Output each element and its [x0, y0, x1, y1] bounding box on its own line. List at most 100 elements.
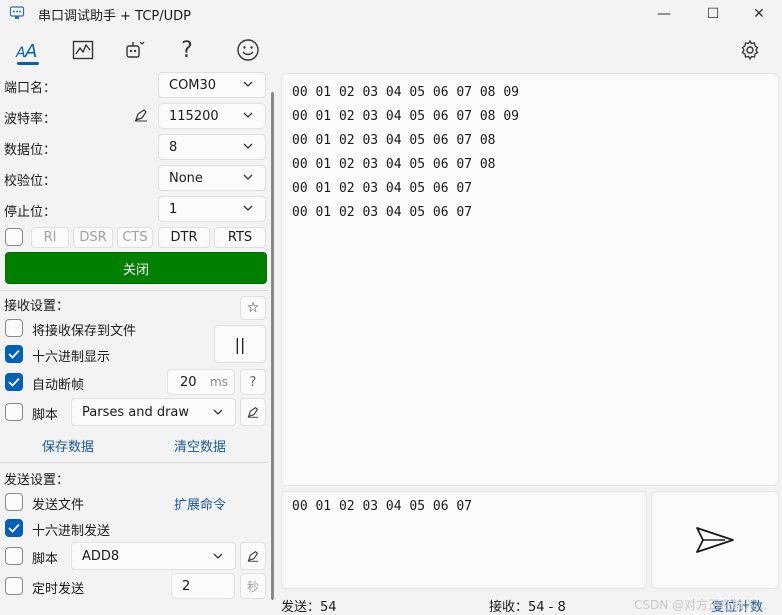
send-script-checkbox[interactable]	[5, 547, 23, 565]
hex-send-checkbox[interactable]	[5, 519, 23, 537]
svg-text:A: A	[15, 45, 26, 61]
baud-label: 波特率：	[4, 112, 57, 127]
send-arrow-icon	[696, 527, 734, 553]
pen-icon	[247, 550, 259, 562]
chevron-down-icon	[243, 112, 253, 118]
send-settings-label: 发送设置：	[4, 473, 70, 488]
port-label: 端口名：	[4, 81, 57, 96]
chevron-down-icon	[213, 553, 223, 559]
save-to-file-label: 将接收保存到文件	[32, 324, 137, 339]
chart-icon[interactable]	[69, 36, 97, 64]
databits-value: 8	[169, 139, 178, 155]
parity-value: None	[169, 170, 203, 186]
app-serial-icon	[9, 6, 25, 19]
cts-button[interactable]: CTS	[117, 227, 153, 248]
send-script-select[interactable]: ADD8	[71, 542, 236, 570]
ri-button[interactable]: RI	[31, 227, 69, 248]
auto-frame-label: 自动断帧	[32, 378, 85, 393]
parity-select[interactable]: None	[158, 165, 266, 191]
close-port-button[interactable]: 关闭	[5, 252, 267, 284]
send-file-checkbox[interactable]	[5, 493, 23, 511]
help-icon[interactable]: ?	[173, 36, 201, 64]
received-count: 接收：54 - 8	[489, 600, 566, 615]
frame-timeout-value: 20	[180, 374, 197, 390]
settings-scrollbar[interactable]	[271, 92, 274, 600]
sent-count: 发送：54	[281, 600, 337, 615]
dsr-button[interactable]: DSR	[73, 227, 113, 248]
baud-select[interactable]: 115200	[158, 103, 266, 129]
send-script-value: ADD8	[82, 548, 120, 564]
chevron-down-icon	[213, 409, 223, 415]
timed-send-checkbox[interactable]	[5, 577, 23, 595]
timed-send-value: 2	[182, 578, 191, 594]
favorite-star-button[interactable]: ☆	[240, 296, 266, 320]
smiley-icon[interactable]	[234, 36, 262, 64]
watermark: CSDN @对方正在输入...	[634, 598, 768, 612]
stopbits-label: 停止位：	[4, 205, 57, 220]
chevron-down-icon	[243, 81, 253, 87]
received-line: 00 01 02 03 04 05 06 07 08 09	[292, 85, 519, 100]
send-file-label: 发送文件	[32, 498, 85, 513]
timed-send-label: 定时发送	[32, 582, 85, 597]
divider	[0, 462, 268, 463]
send-text-input[interactable]: 00 01 02 03 04 05 06 07	[281, 491, 647, 589]
save-data-link[interactable]: 保存数据	[42, 436, 94, 455]
received-line: 00 01 02 03 04 05 06 07 08	[292, 157, 496, 172]
parity-label: 校验位：	[4, 174, 57, 189]
settings-gear-icon[interactable]	[736, 36, 764, 64]
minimize-button[interactable]: —	[641, 0, 687, 28]
hex-display-label: 十六进制显示	[32, 350, 111, 365]
baud-value: 115200	[169, 108, 219, 124]
chevron-down-icon	[243, 143, 253, 149]
hex-send-label: 十六进制发送	[32, 524, 111, 539]
pen-icon[interactable]	[133, 107, 149, 123]
rts-button[interactable]: RTS	[214, 227, 266, 248]
pen-icon	[247, 406, 259, 418]
checkmark-icon	[8, 377, 20, 387]
timed-send-interval-input[interactable]: 2	[171, 573, 235, 599]
hex-display-checkbox[interactable]	[5, 345, 23, 363]
send-input-text: 00 01 02 03 04 05 06 07	[292, 499, 473, 514]
checkmark-icon	[8, 523, 20, 533]
stopbits-select[interactable]: 1	[158, 196, 266, 222]
extend-command-link[interactable]: 扩展命令	[174, 494, 226, 513]
save-to-file-checkbox[interactable]	[5, 319, 23, 337]
title-bar: 串口调试助手 + TCP/UDP — ☐ ✕	[0, 0, 782, 28]
databits-select[interactable]: 8	[158, 134, 266, 160]
signals-checkbox[interactable]	[5, 228, 23, 246]
receive-settings-label: 接收设置：	[4, 299, 70, 314]
send-button[interactable]	[651, 491, 779, 589]
receive-script-value: Parses and draw	[82, 404, 190, 420]
frame-timeout-input[interactable]: 20 ms	[167, 369, 235, 395]
stopbits-value: 1	[169, 201, 178, 217]
edit-receive-script-button[interactable]	[240, 398, 266, 426]
debug-robot-icon[interactable]	[121, 36, 149, 64]
port-select[interactable]: COM30	[158, 72, 266, 98]
window-title: 串口调试助手 + TCP/UDP	[38, 9, 191, 24]
databits-label: 数据位：	[4, 143, 57, 158]
dtr-button[interactable]: DTR	[158, 227, 210, 248]
auto-frame-checkbox[interactable]	[5, 373, 23, 391]
clear-data-link[interactable]: 清空数据	[174, 436, 226, 455]
timed-send-unit: 秒	[240, 573, 266, 599]
toolbar: AA ?	[0, 28, 782, 70]
receive-text-area[interactable]: 00 01 02 03 04 05 06 07 08 09 00 01 02 0…	[281, 73, 779, 486]
text-mode-icon[interactable]: AA	[14, 36, 42, 64]
edit-send-script-button[interactable]	[240, 542, 266, 570]
checkmark-icon	[8, 349, 20, 359]
receive-script-checkbox[interactable]	[5, 403, 23, 421]
active-tab-indicator	[17, 62, 39, 65]
frame-help-button[interactable]: ?	[240, 369, 266, 395]
send-script-label: 脚本	[32, 552, 59, 567]
receive-script-select[interactable]: Parses and draw	[71, 398, 236, 426]
receive-script-label: 脚本	[32, 408, 59, 423]
frame-timeout-unit: ms	[210, 375, 228, 389]
close-window-button[interactable]: ✕	[736, 0, 782, 28]
received-line: 00 01 02 03 04 05 06 07 08	[292, 133, 496, 148]
pause-button[interactable]: ||	[214, 325, 266, 363]
chevron-down-icon	[243, 174, 253, 180]
maximize-button[interactable]: ☐	[690, 0, 736, 28]
chevron-down-icon	[243, 205, 253, 211]
port-value: COM30	[169, 77, 217, 93]
divider	[0, 290, 268, 291]
